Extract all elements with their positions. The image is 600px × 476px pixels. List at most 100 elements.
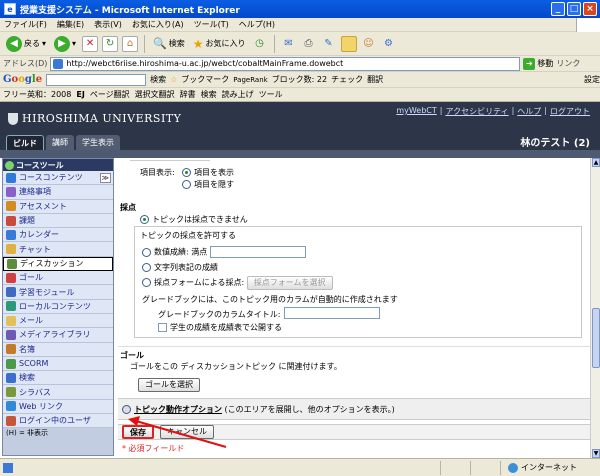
- sidebar-item[interactable]: カレンダー: [3, 228, 113, 243]
- read-aloud[interactable]: 読み上げ: [222, 89, 254, 100]
- numeric-grade-option[interactable]: 数値成績: 満点: [142, 246, 306, 258]
- cancel-button-wrap[interactable]: キャンセル: [160, 425, 214, 439]
- sidebar-item[interactable]: チャット: [3, 242, 113, 257]
- sidebar-item[interactable]: コースコンテンツ ≫: [3, 171, 113, 186]
- sidebar-item[interactable]: 検索: [3, 371, 113, 386]
- google-search-input[interactable]: [46, 73, 147, 86]
- form-grade-radio[interactable]: [142, 278, 151, 287]
- accessibility-link[interactable]: アクセシビリティ: [445, 106, 508, 117]
- text-grade-option[interactable]: 文字列表記の成績: [142, 262, 218, 273]
- top-rule: [130, 158, 210, 161]
- tab-build[interactable]: ビルド: [6, 135, 44, 150]
- sidebar-item-label: ゴール: [19, 273, 43, 283]
- forward-button[interactable]: ▶ ▾: [52, 34, 78, 54]
- sidebar-item[interactable]: 連絡事項: [3, 185, 113, 200]
- research-icon[interactable]: ⚙: [381, 36, 397, 52]
- menu-favorites[interactable]: お気に入り(A): [132, 19, 184, 30]
- menu-view[interactable]: 表示(V): [94, 19, 122, 30]
- google-settings[interactable]: 設定: [584, 74, 600, 85]
- page-content: HIROSHIMA UNIVERSITY myWebCT | アクセシビリティ …: [0, 102, 600, 458]
- sidebar-item[interactable]: 課題: [3, 213, 113, 229]
- dictionary[interactable]: 辞書: [180, 89, 196, 100]
- favorites-button[interactable]: ★ お気に入り: [191, 34, 248, 54]
- no-grading-option[interactable]: トピックは採点できません: [140, 214, 248, 225]
- menu-file[interactable]: ファイル(F): [4, 19, 47, 30]
- sidebar-item[interactable]: メディアライブラリ: [3, 328, 113, 343]
- help-link[interactable]: ヘルプ: [517, 106, 541, 117]
- messenger-icon[interactable]: ☺: [361, 36, 377, 52]
- google-search-button[interactable]: 検索: [150, 74, 166, 85]
- sidebar-item[interactable]: 学習モジュール: [3, 285, 113, 300]
- select-goal-button[interactable]: ゴールを選択: [138, 378, 200, 392]
- sidebar-item[interactable]: ディスカッション: [3, 256, 113, 272]
- folder-icon[interactable]: [340, 35, 357, 52]
- sidebar-item[interactable]: ローカルコンテンツ: [3, 299, 113, 314]
- go-button[interactable]: ➔ 移動: [523, 57, 553, 70]
- vertical-scrollbar[interactable]: ▲ ▼: [590, 158, 600, 458]
- page-translate[interactable]: ページ翻訳: [90, 89, 130, 100]
- tab-student-view[interactable]: 学生表示: [76, 135, 120, 150]
- cancel-button[interactable]: キャンセル: [160, 425, 214, 439]
- hide-item-option[interactable]: 項目を隠す: [182, 179, 234, 190]
- history-icon[interactable]: ◷: [252, 36, 268, 52]
- scroll-up-icon[interactable]: ▲: [592, 158, 600, 167]
- maximize-button[interactable]: □: [567, 2, 581, 16]
- numeric-grade-radio[interactable]: [142, 247, 151, 257]
- window-title: 授業支援システム - Microsoft Internet Explorer: [20, 5, 240, 16]
- sidebar-item[interactable]: ゴール: [3, 271, 113, 286]
- google-bookmarks[interactable]: ブックマーク: [181, 74, 229, 85]
- hide-item-radio[interactable]: [182, 180, 191, 189]
- sidebar-item[interactable]: 名簿: [3, 342, 113, 357]
- text-grade-radio[interactable]: [142, 263, 151, 272]
- search-button[interactable]: 🔍 検索: [151, 34, 187, 54]
- publish-grades-checkbox[interactable]: [158, 323, 167, 332]
- edit-icon[interactable]: ✎: [321, 36, 337, 52]
- links-label[interactable]: リンク: [556, 58, 580, 69]
- address-input[interactable]: http://webct6riise.hiroshima-u.ac.jp/web…: [50, 56, 521, 71]
- logout-link[interactable]: ログアウト: [550, 106, 590, 117]
- refresh-icon[interactable]: ↻: [102, 35, 119, 52]
- popup-blocked[interactable]: ブロック数: 22: [272, 74, 327, 85]
- selection-translate[interactable]: 選択文翻訳: [135, 89, 175, 100]
- menu-edit[interactable]: 編集(E): [57, 19, 84, 30]
- print-icon[interactable]: ⎙: [301, 36, 317, 52]
- sidebar-item[interactable]: アセスメント: [3, 199, 113, 214]
- tool-icon: [6, 272, 16, 283]
- tab-instructor[interactable]: 講師: [46, 135, 74, 150]
- google-translate[interactable]: 翻訳: [367, 74, 383, 85]
- google-check[interactable]: チェック: [331, 74, 363, 85]
- sidebar-item[interactable]: シラバス: [3, 385, 113, 400]
- scroll-thumb[interactable]: [592, 308, 600, 368]
- save-button[interactable]: 保存: [122, 425, 154, 439]
- sidebar-footer: (H) = 非表示: [3, 428, 113, 441]
- collapse-chevron-icon[interactable]: ≫: [99, 172, 111, 183]
- no-grading-radio[interactable]: [140, 215, 149, 224]
- dict-search[interactable]: 検索: [201, 89, 217, 100]
- show-item-radio[interactable]: [182, 168, 191, 177]
- home-icon[interactable]: ⌂: [122, 35, 139, 52]
- save-button-wrap[interactable]: 保存: [122, 425, 154, 439]
- stop-icon[interactable]: ✕: [82, 35, 99, 52]
- menu-help[interactable]: ヘルプ(H): [239, 19, 275, 30]
- dict-tools[interactable]: ツール: [259, 89, 283, 100]
- max-score-input[interactable]: [209, 246, 306, 258]
- sidebar-item[interactable]: ログイン中のユーザ: [3, 414, 113, 429]
- back-button[interactable]: ◀ 戻る ▾: [4, 34, 48, 54]
- form-grade-option[interactable]: 採点フォームによる採点: 採点フォームを選択: [142, 276, 333, 290]
- sidebar-item[interactable]: SCORM: [3, 356, 113, 372]
- mywebct-link[interactable]: myWebCT: [396, 106, 436, 117]
- sidebar-item[interactable]: Web リンク: [3, 399, 113, 415]
- close-button[interactable]: ×: [583, 2, 597, 16]
- select-grading-form-button[interactable]: 採点フォームを選択: [246, 276, 333, 290]
- mail-icon[interactable]: ✉: [281, 36, 297, 52]
- menu-tools[interactable]: ツール(T): [194, 19, 229, 30]
- show-item-option[interactable]: 項目を表示: [182, 167, 234, 178]
- sidebar-item[interactable]: メール: [3, 313, 113, 329]
- minimize-button[interactable]: _: [551, 2, 565, 16]
- scroll-down-icon[interactable]: ▼: [592, 449, 600, 458]
- ej-button[interactable]: EJ: [76, 90, 84, 99]
- topic-options-toggle[interactable]: トピック動作オプション (このエリアを展開し、他のオプションを表示。): [122, 404, 395, 415]
- publish-grades-option[interactable]: 学生の成績を成績表で公開する: [158, 322, 282, 333]
- gradebook-column-input[interactable]: [284, 307, 380, 319]
- sidebar-item-label: 検索: [19, 373, 35, 383]
